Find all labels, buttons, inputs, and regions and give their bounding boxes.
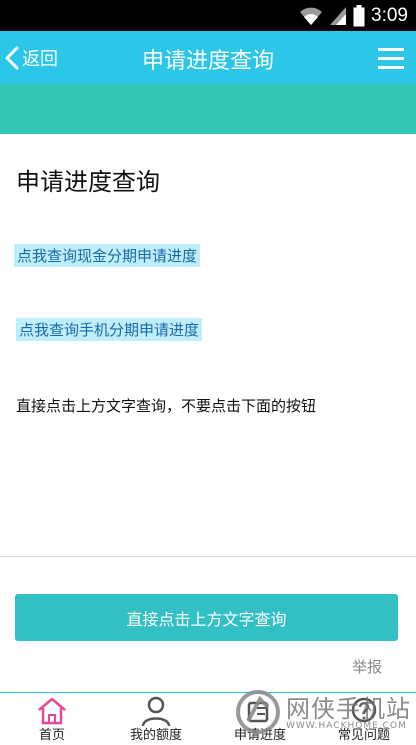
wifi-icon — [300, 7, 323, 25]
status-bar: 3:09 — [0, 0, 416, 31]
header-band — [0, 84, 416, 134]
page-title: 申请进度查询 — [16, 168, 160, 196]
tab-label: 首页 — [38, 728, 65, 743]
divider — [0, 556, 416, 557]
tab-label: 常见问题 — [337, 728, 390, 743]
tab-bar: 首页 我的额度 申请进度 常见问题 — [0, 692, 416, 745]
status-icons: 3:09 — [299, 4, 408, 28]
progress-icon — [247, 701, 269, 723]
chevron-left-icon — [5, 46, 19, 70]
back-button[interactable]: 返回 — [4, 41, 58, 75]
query-button[interactable]: 直接点击上方文字查询 — [15, 594, 398, 641]
tab-label: 我的额度 — [129, 728, 182, 743]
question-icon — [351, 697, 377, 723]
tab-home[interactable]: 首页 — [0, 693, 104, 745]
nav-bar: 返回 申请进度查询 — [0, 31, 416, 84]
battery-icon — [353, 5, 365, 27]
instruction-text: 直接点击上方文字查询，不要点击下面的按钮 — [16, 397, 317, 415]
home-icon — [38, 697, 66, 725]
signal-icon — [330, 7, 347, 25]
tab-label: 申请进度 — [233, 728, 286, 743]
tab-my-quota[interactable]: 我的额度 — [104, 693, 208, 745]
tab-application-progress[interactable]: 申请进度 — [208, 693, 312, 745]
hamburger-menu-icon — [378, 48, 404, 69]
menu-button[interactable] — [376, 43, 406, 73]
back-label: 返回 — [22, 49, 58, 70]
status-time: 3:09 — [371, 5, 408, 26]
report-link[interactable]: 举报 — [352, 656, 382, 677]
cash-installment-progress-link[interactable]: 点我查询现金分期申请进度 — [14, 244, 201, 267]
content-area: 申请进度查询 点我查询现金分期申请进度 点我查询手机分期申请进度 直接点击上方文… — [0, 134, 416, 556]
phone-installment-progress-link[interactable]: 点我查询手机分期申请进度 — [16, 318, 203, 341]
tab-faq[interactable]: 常见问题 — [312, 693, 416, 745]
nav-title: 申请进度查询 — [141, 49, 274, 74]
user-icon — [141, 696, 171, 727]
